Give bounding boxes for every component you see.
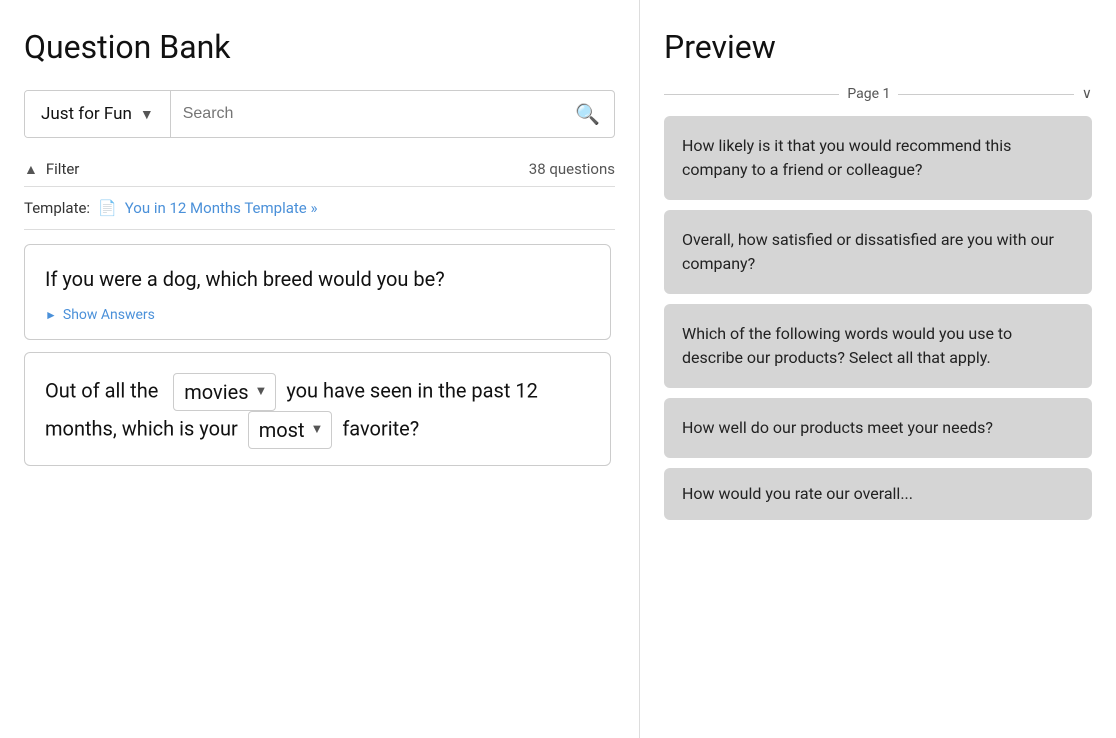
chevron-down-icon: ▼ [140, 106, 154, 123]
question-count: 38 questions [529, 160, 615, 178]
preview-q5-text: How would you rate our overall... [682, 484, 913, 503]
template-icon: 📄 [98, 199, 117, 217]
template-row: Template: 📄 You in 12 Months Template » [24, 199, 615, 230]
preview-q4-text: How well do our products meet your needs… [682, 418, 993, 437]
search-bar: Just for Fun ▼ 🔍 [24, 90, 615, 138]
q2-suffix: favorite? [342, 416, 419, 440]
template-link[interactable]: You in 12 Months Template » [125, 199, 318, 217]
chevron-down-icon-2: ▼ [311, 420, 324, 441]
questions-list: If you were a dog, which breed would you… [24, 244, 615, 738]
preview-title: Preview [664, 28, 1092, 66]
q2-dropdown1-label: movies [184, 376, 248, 408]
page-line-left [664, 94, 839, 95]
q2-dropdown2[interactable]: most ▼ [248, 411, 333, 449]
page-chevron-icon[interactable]: ∨ [1082, 86, 1092, 102]
search-icon[interactable]: 🔍 [575, 102, 600, 126]
question-card: If you were a dog, which breed would you… [24, 244, 611, 340]
category-label: Just for Fun [41, 104, 132, 124]
category-dropdown[interactable]: Just for Fun ▼ [25, 91, 171, 137]
page-label: Page 1 [847, 86, 890, 102]
preview-question-1[interactable]: How likely is it that you would recommen… [664, 116, 1092, 200]
page-indicator: Page 1 ∨ [664, 86, 1092, 102]
preview-question-4[interactable]: How well do our products meet your needs… [664, 398, 1092, 458]
preview-q3-text: Which of the following words would you u… [682, 324, 1012, 367]
template-label: Template: [24, 199, 90, 217]
q2-dropdown1[interactable]: movies ▼ [173, 373, 276, 411]
question-text: If you were a dog, which breed would you… [45, 265, 590, 293]
search-input-wrap [171, 91, 575, 137]
preview-questions: How likely is it that you would recommen… [664, 116, 1092, 738]
search-input[interactable] [183, 105, 563, 123]
preview-question-2[interactable]: Overall, how satisfied or dissatisfied a… [664, 210, 1092, 294]
filter-label: Filter [46, 160, 80, 178]
q2-dropdown2-label: most [259, 414, 305, 446]
show-answers-button[interactable]: ► Show Answers [45, 307, 590, 323]
q2-prefix: Out of all the [45, 378, 158, 402]
filter-row: ▲ Filter 38 questions [24, 152, 615, 187]
arrow-icon: ► [45, 308, 57, 322]
filter-icon: ▲ [24, 161, 38, 178]
preview-q1-text: How likely is it that you would recommen… [682, 136, 1011, 179]
filter-button[interactable]: ▲ Filter [24, 160, 79, 178]
chevron-down-icon: ▼ [255, 382, 268, 403]
show-answers-label: Show Answers [63, 307, 155, 323]
right-panel: Preview Page 1 ∨ How likely is it that y… [640, 0, 1116, 738]
left-panel: Question Bank Just for Fun ▼ 🔍 ▲ Filter … [0, 0, 640, 738]
preview-question-5-partial[interactable]: How would you rate our overall... [664, 468, 1092, 520]
page-line-right [898, 94, 1073, 95]
page-title: Question Bank [24, 28, 615, 66]
question-card-2: Out of all the movies ▼ you have seen in… [24, 352, 611, 466]
preview-q2-text: Overall, how satisfied or dissatisfied a… [682, 230, 1054, 273]
preview-question-3[interactable]: Which of the following words would you u… [664, 304, 1092, 388]
question-2-text: Out of all the movies ▼ you have seen in… [45, 373, 590, 449]
